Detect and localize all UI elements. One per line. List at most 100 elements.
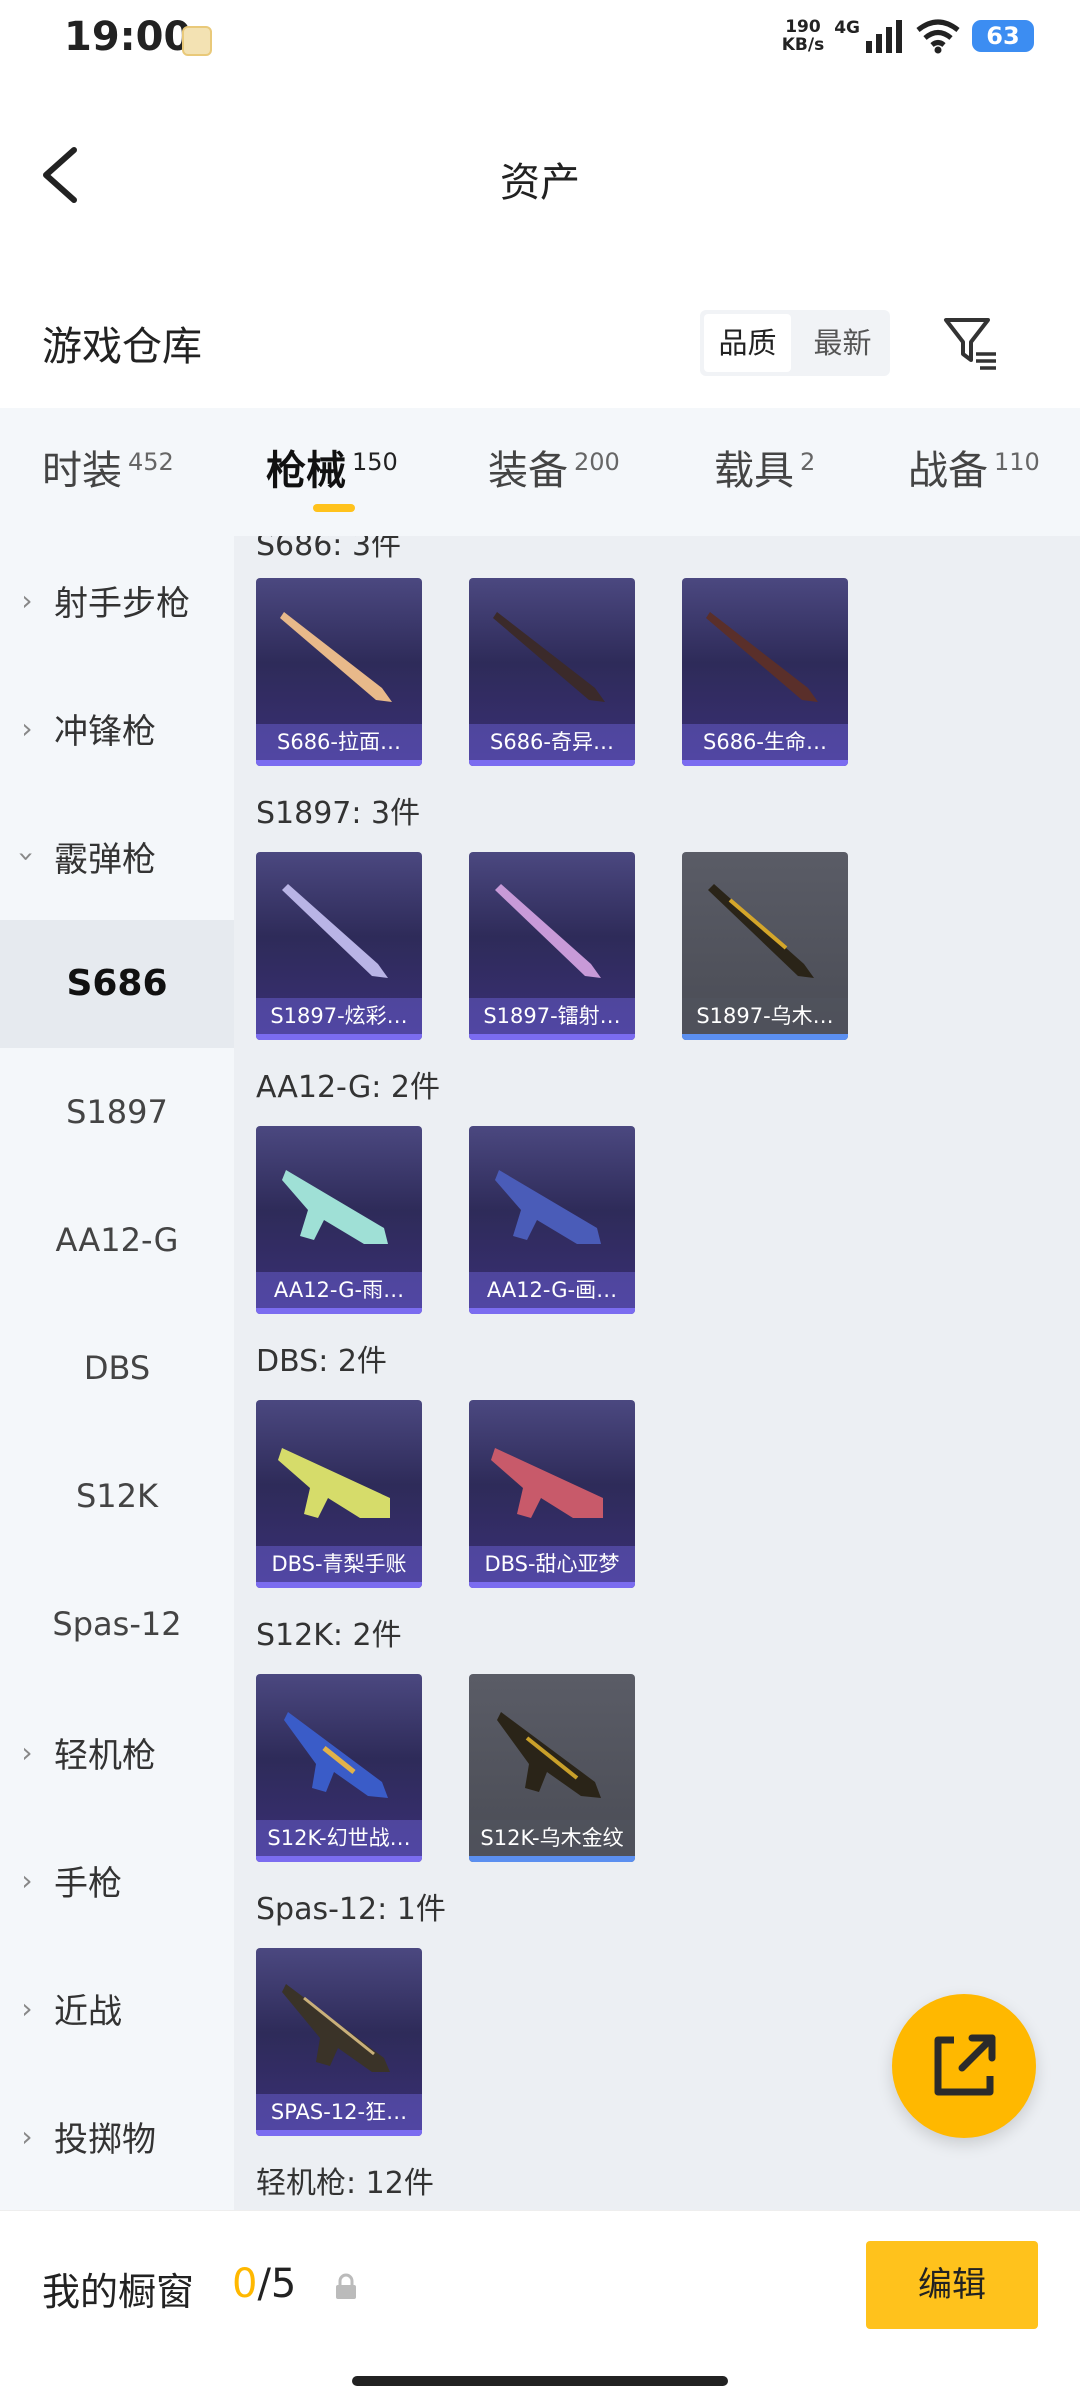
open-external-button[interactable] xyxy=(892,1994,1036,2138)
showcase-bar: 我的橱窗 0/5 编辑 xyxy=(0,2210,1080,2400)
rarity-bar xyxy=(469,1582,635,1588)
rarity-bar xyxy=(256,1582,422,1588)
rarity-bar xyxy=(256,1034,422,1040)
tab-fashion[interactable]: 时装 452 xyxy=(42,438,174,496)
showcase-label: 我的橱窗 xyxy=(42,2270,195,2314)
item-name: S1897-乌木… xyxy=(682,998,848,1034)
sidebar-item-label: 手枪 xyxy=(54,1863,122,1904)
sort-by-quality-button[interactable]: 品质 xyxy=(704,314,791,372)
item-card[interactable]: S1897-镭射… xyxy=(469,852,635,1040)
sidebar-item-melee[interactable]: › 近战 xyxy=(0,1944,234,2072)
tab-supplies[interactable]: 战备 110 xyxy=(908,438,1040,496)
item-card[interactable]: S12K-乌木金纹 xyxy=(469,1674,635,1862)
sidebar-item-pistol[interactable]: › 手枪 xyxy=(0,1816,234,1944)
shotgun-image xyxy=(491,1448,603,1518)
sort-toggle: 品质 最新 xyxy=(700,310,890,376)
item-card[interactable]: S686-奇异… xyxy=(469,578,635,766)
sidebar-item-marksman-rifle[interactable]: › 射手步枪 xyxy=(0,536,234,664)
tab-label: 战备 xyxy=(908,448,988,494)
shotgun-image xyxy=(493,612,605,702)
item-card[interactable]: SPAS-12-狂… xyxy=(256,1948,422,2136)
group-title-s686: S686: 3件 xyxy=(256,536,402,563)
page-title: 资产 xyxy=(500,160,580,206)
item-name: DBS-甜心亚梦 xyxy=(469,1546,635,1582)
shotgun-image xyxy=(495,1170,601,1244)
item-card[interactable]: S1897-乌木… xyxy=(682,852,848,1040)
item-name: AA12-G-雨… xyxy=(256,1272,422,1308)
sort-by-newest-button[interactable]: 最新 xyxy=(799,314,886,372)
item-card[interactable]: S12K-幻世战… xyxy=(256,1674,422,1862)
sidebar-sub-s686[interactable]: S686 xyxy=(0,920,234,1048)
sidebar-sub-s1897[interactable]: S1897 xyxy=(0,1048,234,1176)
chevron-right-icon: › xyxy=(21,1735,33,1769)
group-title-s12k: S12K: 2件 xyxy=(256,1618,402,1653)
sidebar-item-label: 冲锋枪 xyxy=(54,711,156,752)
showcase-count: 0/5 xyxy=(232,2261,296,2307)
sidebar-sub-s12k[interactable]: S12K xyxy=(0,1432,234,1560)
item-card[interactable]: S1897-炫彩… xyxy=(256,852,422,1040)
shotgun-image xyxy=(278,1448,390,1518)
item-name: S686-生命… xyxy=(682,724,848,760)
tab-label: 装备 xyxy=(488,448,568,494)
tab-firearms[interactable]: 枪械 150 xyxy=(266,438,398,496)
chevron-right-icon: › xyxy=(21,2119,33,2153)
item-card[interactable]: AA12-G-雨… xyxy=(256,1126,422,1314)
sidebar-item-label: 近战 xyxy=(54,1991,122,2032)
shotgun-image xyxy=(706,612,818,702)
rarity-bar xyxy=(469,1034,635,1040)
chevron-right-icon: › xyxy=(21,711,33,745)
sidebar-sub-spas12[interactable]: Spas-12 xyxy=(0,1560,234,1688)
item-card[interactable]: AA12-G-画… xyxy=(469,1126,635,1314)
group-title-spas12: Spas-12: 1件 xyxy=(256,1892,446,1927)
sidebar-item-label: 射手步枪 xyxy=(54,583,190,624)
tab-count: 150 xyxy=(352,448,398,476)
item-card[interactable]: DBS-青梨手账 xyxy=(256,1400,422,1588)
item-name: DBS-青梨手账 xyxy=(256,1546,422,1582)
sidebar-item-throwable[interactable]: › 投掷物 xyxy=(0,2072,234,2200)
network-speed-unit: KB/s xyxy=(781,35,825,55)
tab-count: 452 xyxy=(128,448,174,476)
edit-button[interactable]: 编辑 xyxy=(866,2241,1038,2329)
home-indicator[interactable] xyxy=(352,2376,728,2386)
wifi-icon xyxy=(916,19,960,54)
sidebar-item-lmg[interactable]: › 轻机枪 xyxy=(0,1688,234,1816)
shotgun-image xyxy=(497,1712,601,1798)
sidebar-sub-dbs[interactable]: DBS xyxy=(0,1304,234,1432)
item-name: S1897-镭射… xyxy=(469,998,635,1034)
chevron-down-icon: › xyxy=(10,850,44,862)
sidebar-item-smg[interactable]: › 冲锋枪 xyxy=(0,664,234,792)
notification-app-icon xyxy=(182,26,212,56)
rarity-bar xyxy=(682,760,848,766)
item-name: SPAS-12-狂… xyxy=(256,2094,422,2130)
shotgun-image xyxy=(495,884,601,978)
item-name: AA12-G-画… xyxy=(469,1272,635,1308)
sidebar-item-shotgun[interactable]: › 霰弹枪 xyxy=(0,792,234,920)
sidebar-item-label: 轻机枪 xyxy=(54,1735,156,1776)
tab-label: 载具 xyxy=(714,448,794,494)
item-name: S686-奇异… xyxy=(469,724,635,760)
item-card[interactable]: DBS-甜心亚梦 xyxy=(469,1400,635,1588)
item-name: S12K-乌木金纹 xyxy=(469,1820,635,1856)
item-card[interactable]: S686-生命… xyxy=(682,578,848,766)
active-tab-indicator xyxy=(313,504,355,512)
sidebar: › 射手步枪 › 冲锋枪 › 霰弹枪 S686 S1897 AA12-G DBS… xyxy=(0,536,234,2210)
tab-equipment[interactable]: 装备 200 xyxy=(488,438,620,496)
status-bar: 19:00 190 KB/s 4G 63 xyxy=(0,0,1080,80)
battery-indicator: 63 xyxy=(972,20,1034,52)
shotgun-image xyxy=(284,1712,388,1798)
group-title-dbs: DBS: 2件 xyxy=(256,1344,387,1379)
filter-icon[interactable] xyxy=(940,312,1000,372)
sidebar-sub-aa12g[interactable]: AA12-G xyxy=(0,1176,234,1304)
item-card[interactable]: S686-拉面… xyxy=(256,578,422,766)
showcase-current: 0 xyxy=(232,2261,258,2307)
rarity-bar xyxy=(256,1308,422,1314)
item-name: S686-拉面… xyxy=(256,724,422,760)
chevron-right-icon: › xyxy=(21,583,33,617)
rarity-bar xyxy=(256,2130,422,2136)
shotgun-image xyxy=(282,1170,388,1244)
network-speed-value: 190 xyxy=(785,17,821,37)
sidebar-item-label: 霰弹枪 xyxy=(54,839,156,880)
network-speed: 190 KB/s xyxy=(782,18,824,54)
item-name: S12K-幻世战… xyxy=(256,1820,422,1856)
tab-vehicles[interactable]: 载具 2 xyxy=(714,438,815,496)
